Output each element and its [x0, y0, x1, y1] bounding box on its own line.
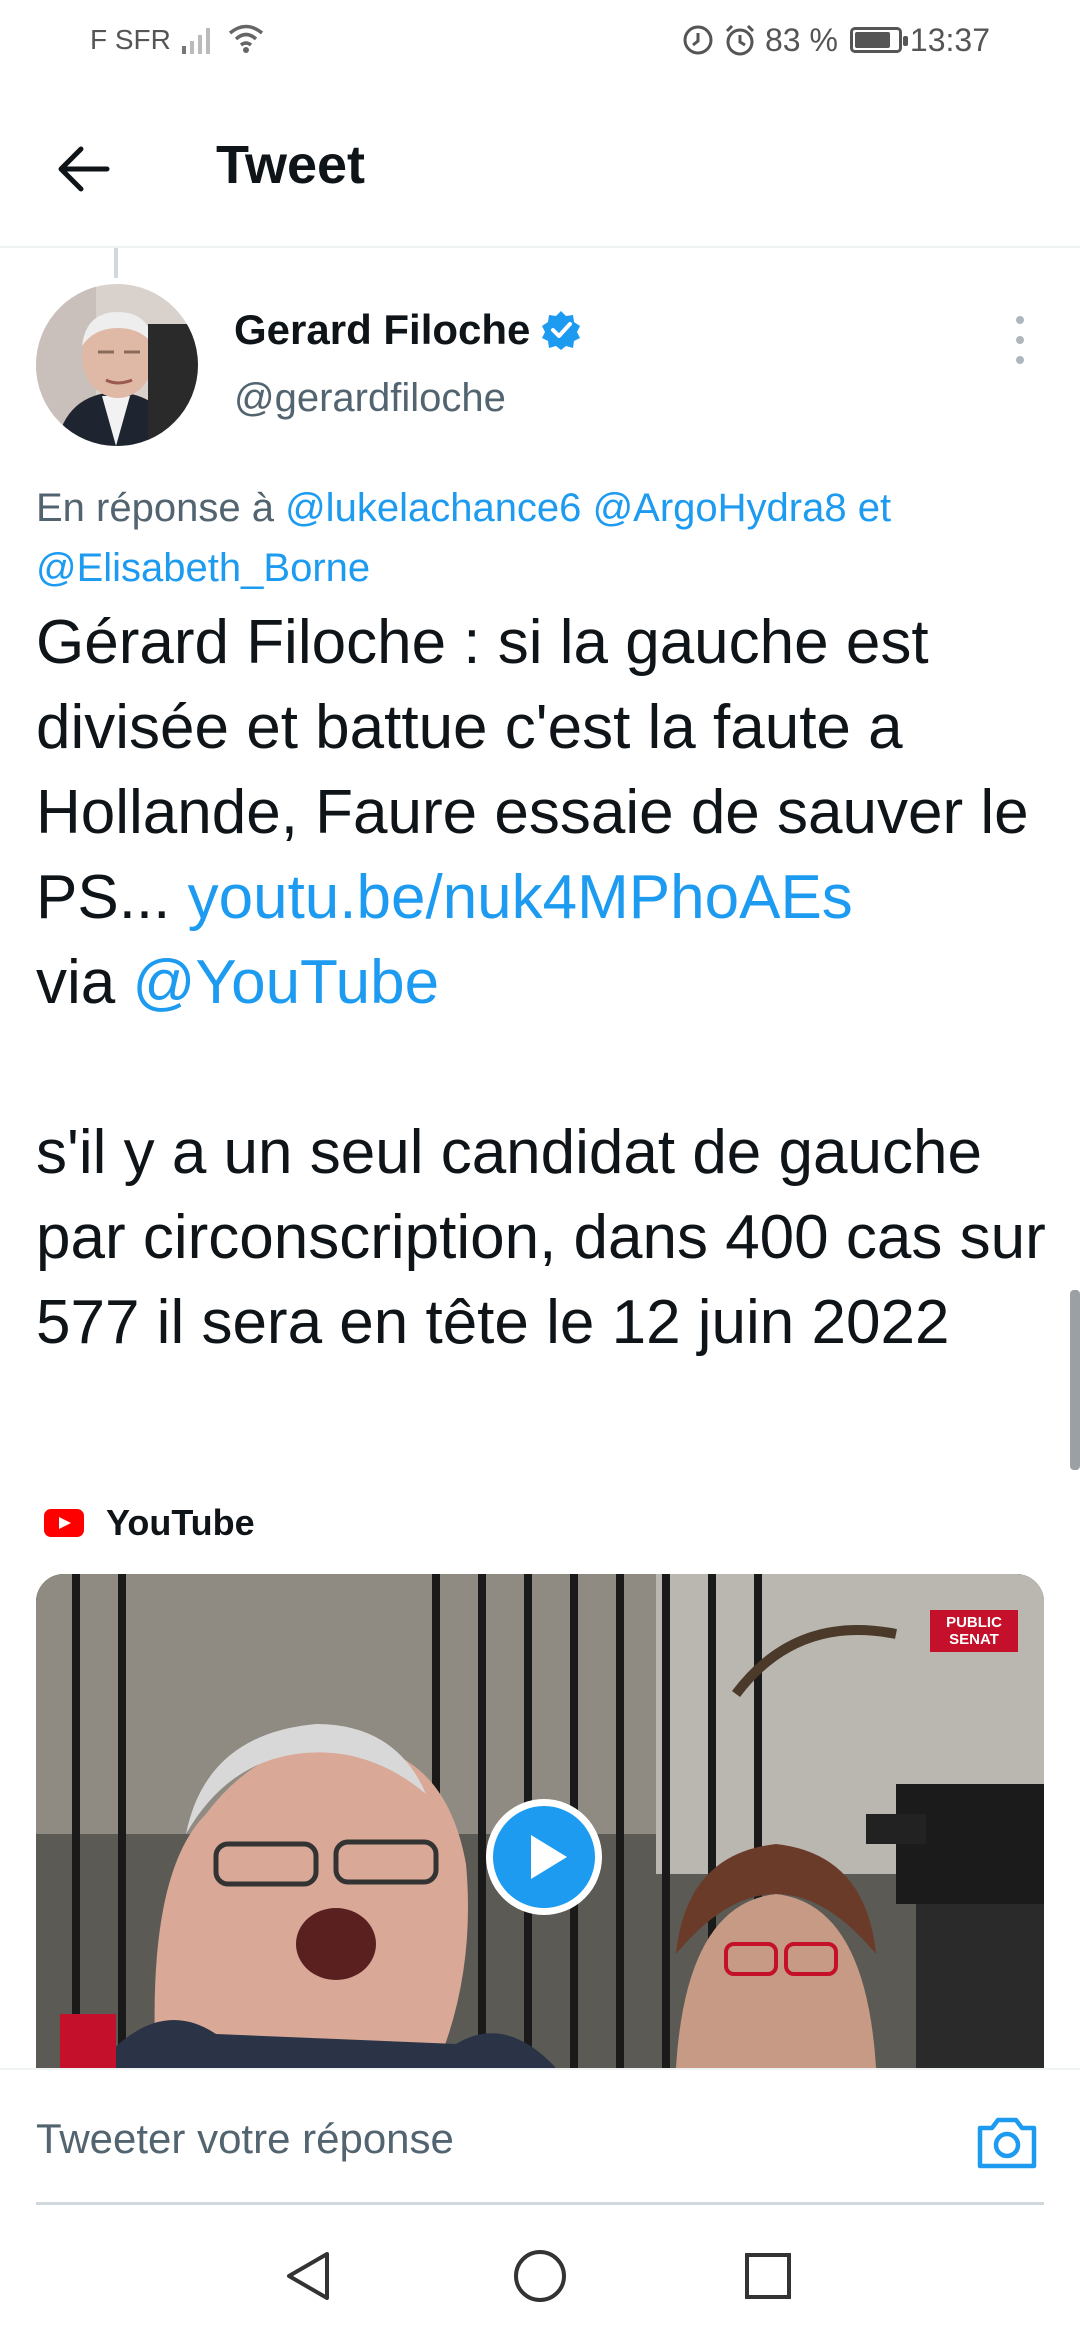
arrow-left-icon [58, 146, 110, 192]
more-vertical-icon-dot [1016, 316, 1024, 324]
signal-icon [182, 28, 210, 54]
mention-link[interactable]: @Elisabeth_Borne [36, 546, 370, 590]
circle-home-icon [514, 2250, 566, 2302]
youtube-mention-link[interactable]: @YouTube [132, 948, 439, 1017]
more-options-button[interactable] [1000, 310, 1040, 370]
reply-bar [0, 2068, 1080, 2208]
reply-context: En réponse à @lukelachance6 @ArgoHydra8 … [36, 478, 1046, 598]
channel-logo: PUBLIC SENAT [930, 1610, 1018, 1652]
nav-recents-button[interactable] [738, 2246, 798, 2306]
youtube-logo-icon [44, 1509, 84, 1537]
square-recents-icon [745, 2253, 791, 2299]
back-button[interactable] [46, 132, 120, 206]
card-source-label: YouTube [106, 1502, 255, 1543]
reply-prefix: En réponse à [36, 486, 274, 530]
triangle-back-icon [287, 2252, 329, 2300]
clock: 13:37 [909, 21, 990, 58]
tweet-text: Gérard Filoche : si la gauche est divisé… [36, 600, 1056, 1365]
tweet-link[interactable]: youtu.be/nuk4MPhoAEs [188, 863, 853, 932]
system-navigation-bar [0, 2208, 1080, 2340]
reply-input[interactable] [36, 2094, 906, 2184]
wifi-icon [228, 24, 264, 53]
alarm-icon [725, 24, 755, 56]
more-vertical-icon-dot [1016, 356, 1024, 364]
more-vertical-icon-dot [1016, 336, 1024, 344]
avatar[interactable] [36, 284, 198, 446]
author-name-row[interactable]: Gerard Filoche [234, 306, 582, 354]
reply-and[interactable]: et [858, 486, 891, 530]
nav-home-button[interactable] [510, 2246, 570, 2306]
battery-icon [849, 27, 908, 53]
scrollbar[interactable] [1070, 1290, 1080, 1470]
thread-connector-line [114, 248, 118, 278]
camera-icon[interactable] [974, 2112, 1040, 2172]
reply-underline [36, 2202, 1044, 2205]
author-handle[interactable]: @gerardfiloche [234, 376, 506, 421]
avatar-photo [36, 284, 198, 446]
mention-link[interactable]: @ArgoHydra8 [593, 486, 847, 530]
status-bar: F SFR 83 % 13:37 [0, 0, 1080, 84]
video-card[interactable]: PUBLIC SENAT [36, 1574, 1044, 2068]
mention-link[interactable]: @lukelachance6 [285, 486, 581, 530]
channel-logo-text: PUBLIC SENAT [946, 1614, 1002, 1648]
carrier-label: F SFR [90, 24, 171, 55]
data-saver-icon [683, 25, 713, 55]
page-title: Tweet [216, 135, 366, 195]
tweet-text-paragraph2: s'il y a un seul candidat de gauche par … [36, 1118, 1046, 1357]
tweet-text-via: via [36, 948, 133, 1017]
nav-back-button[interactable] [278, 2246, 338, 2306]
play-button[interactable] [486, 1799, 602, 1915]
card-source[interactable]: YouTube [44, 1502, 255, 1544]
battery-fill [854, 32, 890, 48]
app-header: Tweet [0, 84, 1080, 248]
author-name[interactable]: Gerard Filoche [234, 306, 530, 354]
battery-percent: 83 % [764, 21, 838, 58]
verified-badge-icon [542, 311, 581, 350]
